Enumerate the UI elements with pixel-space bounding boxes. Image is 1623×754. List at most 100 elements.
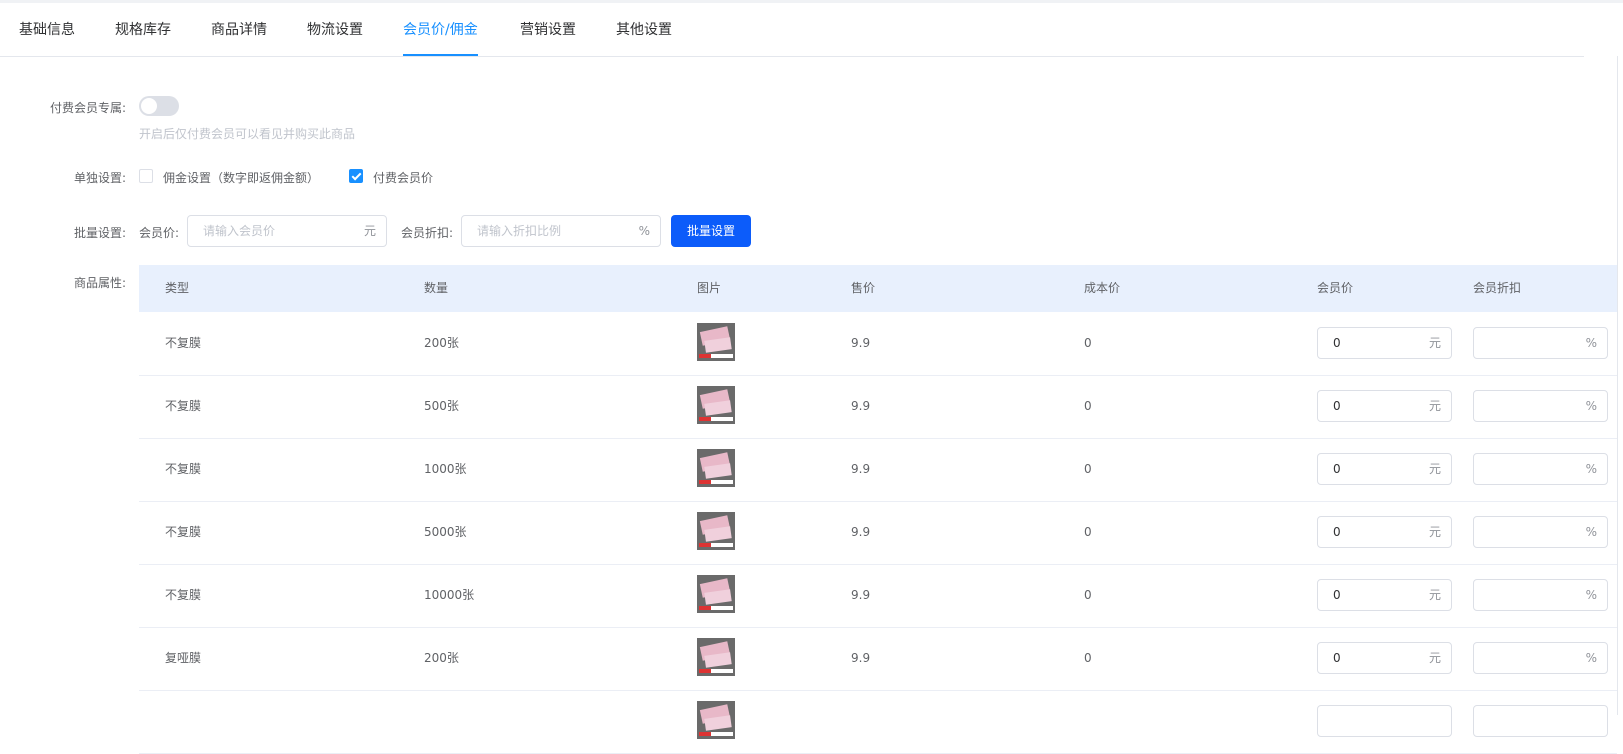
thumb-strip bbox=[699, 606, 733, 610]
batch-price-input[interactable]: 请输入会员价 元 bbox=[187, 215, 387, 247]
batch-set-button[interactable]: 批量设置 bbox=[671, 215, 751, 247]
member-discount-input[interactable]: % bbox=[1473, 516, 1608, 548]
cell-quantity: 200张 bbox=[424, 651, 459, 665]
cell-cost: 0 bbox=[1084, 336, 1092, 350]
member-price-checkbox-label[interactable]: 付费会员价 bbox=[373, 169, 433, 186]
member-price-input[interactable]: 0元 bbox=[1317, 327, 1452, 359]
product-thumbnail[interactable] bbox=[697, 449, 735, 487]
member-price-value: 0 bbox=[1333, 525, 1341, 539]
thumb-card bbox=[704, 652, 732, 668]
member-discount-input[interactable]: % bbox=[1473, 579, 1608, 611]
tab-member-price[interactable]: 会员价/佣金 bbox=[403, 4, 478, 56]
header-quantity: 数量 bbox=[424, 281, 449, 295]
paid-member-switch[interactable] bbox=[139, 96, 179, 116]
tab-marketing[interactable]: 营销设置 bbox=[520, 4, 576, 55]
thumb-card bbox=[704, 400, 732, 416]
member-price-suffix: 元 bbox=[1428, 525, 1441, 539]
commission-checkbox-label[interactable]: 佣金设置（数字即返佣金额） bbox=[163, 169, 319, 186]
table-row: 不复膜 10000张 9.9 0 0 元% bbox=[139, 564, 1617, 628]
member-discount-suffix: % bbox=[1585, 651, 1597, 665]
product-thumbnail[interactable] bbox=[697, 638, 735, 676]
batch-settings-label: 批量设置: bbox=[73, 226, 126, 240]
paid-member-hint: 开启后仅付费会员可以看见并购买此商品 bbox=[139, 127, 356, 141]
member-price-input[interactable]: 0元 bbox=[1317, 453, 1452, 485]
thumb-card bbox=[704, 715, 732, 731]
member-price-input[interactable]: 0元 bbox=[1317, 579, 1452, 611]
tab-other[interactable]: 其他设置 bbox=[616, 4, 672, 55]
member-discount-suffix: % bbox=[1585, 588, 1597, 602]
header-image: 图片 bbox=[697, 281, 722, 295]
thumb-card bbox=[704, 526, 732, 542]
tab-product-detail[interactable]: 商品详情 bbox=[211, 4, 267, 55]
header-member-discount: 会员折扣 bbox=[1473, 281, 1522, 295]
member-price-checkbox[interactable] bbox=[349, 169, 363, 183]
table-row: 不复膜 1000张 9.9 0 0 元% bbox=[139, 438, 1617, 502]
member-discount-suffix: % bbox=[1585, 399, 1597, 413]
separate-settings-label: 单独设置: bbox=[73, 171, 126, 185]
commission-checkbox[interactable] bbox=[139, 169, 153, 183]
product-thumbnail[interactable] bbox=[697, 701, 735, 739]
product-thumbnail[interactable] bbox=[697, 323, 735, 361]
product-thumbnail[interactable] bbox=[697, 575, 735, 613]
cell-cost: 0 bbox=[1084, 588, 1092, 602]
member-price-value: 0 bbox=[1333, 651, 1341, 665]
member-price-suffix: 元 bbox=[1428, 651, 1441, 665]
member-price-suffix: 元 bbox=[1428, 399, 1441, 413]
cell-cost: 0 bbox=[1084, 525, 1092, 539]
cell-price: 9.9 bbox=[851, 336, 871, 350]
cell-quantity: 10000张 bbox=[424, 588, 475, 602]
top-border bbox=[0, 0, 1623, 3]
product-thumbnail[interactable] bbox=[697, 386, 735, 424]
table-row: 不复膜 5000张 9.9 0 0 元% bbox=[139, 501, 1617, 565]
batch-discount-suffix: % bbox=[638, 224, 650, 238]
member-price-value: 0 bbox=[1333, 336, 1341, 350]
thumb-card bbox=[704, 463, 732, 479]
member-discount-input[interactable]: % bbox=[1473, 390, 1608, 422]
thumb-card bbox=[704, 337, 732, 353]
member-price-value: 0 bbox=[1333, 399, 1341, 413]
member-discount-input[interactable]: % bbox=[1473, 642, 1608, 674]
paid-member-label: 付费会员专属: bbox=[49, 101, 126, 115]
member-price-input[interactable]: 0元 bbox=[1317, 390, 1452, 422]
thumb-strip bbox=[699, 480, 733, 484]
tab-logistics[interactable]: 物流设置 bbox=[307, 4, 363, 55]
member-price-suffix: 元 bbox=[1428, 588, 1441, 602]
member-price-input[interactable] bbox=[1317, 705, 1452, 737]
header-cost: 成本价 bbox=[1084, 281, 1121, 295]
batch-price-placeholder: 请输入会员价 bbox=[203, 224, 276, 238]
cell-cost: 0 bbox=[1084, 462, 1092, 476]
member-price-input[interactable]: 0元 bbox=[1317, 642, 1452, 674]
cell-price: 9.9 bbox=[851, 588, 871, 602]
thumb-card bbox=[704, 589, 732, 605]
batch-discount-input[interactable]: 请输入折扣比例 % bbox=[461, 215, 661, 247]
member-discount-input[interactable] bbox=[1473, 705, 1608, 737]
member-price-value: 0 bbox=[1333, 462, 1341, 476]
cell-price: 9.9 bbox=[851, 525, 871, 539]
batch-discount-placeholder: 请输入折扣比例 bbox=[477, 224, 562, 238]
table-header: 类型 数量 图片 售价 成本价 会员价 会员折扣 bbox=[139, 265, 1617, 312]
cell-quantity: 1000张 bbox=[424, 462, 467, 476]
right-border bbox=[1617, 56, 1618, 715]
member-discount-suffix: % bbox=[1585, 462, 1597, 476]
cell-type: 不复膜 bbox=[165, 588, 202, 602]
tab-basic-info[interactable]: 基础信息 bbox=[19, 4, 75, 55]
tab-spec-stock[interactable]: 规格库存 bbox=[115, 4, 171, 55]
cell-price: 9.9 bbox=[851, 651, 871, 665]
member-price-input[interactable]: 0元 bbox=[1317, 516, 1452, 548]
header-type: 类型 bbox=[165, 281, 190, 295]
table-row bbox=[139, 690, 1617, 754]
header-price: 售价 bbox=[851, 281, 876, 295]
cell-cost: 0 bbox=[1084, 399, 1092, 413]
member-discount-input[interactable]: % bbox=[1473, 327, 1608, 359]
member-price-suffix: 元 bbox=[1428, 336, 1441, 350]
cell-cost: 0 bbox=[1084, 651, 1092, 665]
cell-quantity: 200张 bbox=[424, 336, 459, 350]
product-thumbnail[interactable] bbox=[697, 512, 735, 550]
thumb-strip bbox=[699, 669, 733, 673]
member-discount-input[interactable]: % bbox=[1473, 453, 1608, 485]
member-price-suffix: 元 bbox=[1428, 462, 1441, 476]
header-member-price: 会员价 bbox=[1317, 281, 1354, 295]
cell-type: 不复膜 bbox=[165, 462, 202, 476]
thumb-strip bbox=[699, 732, 733, 736]
cell-type: 不复膜 bbox=[165, 336, 202, 350]
